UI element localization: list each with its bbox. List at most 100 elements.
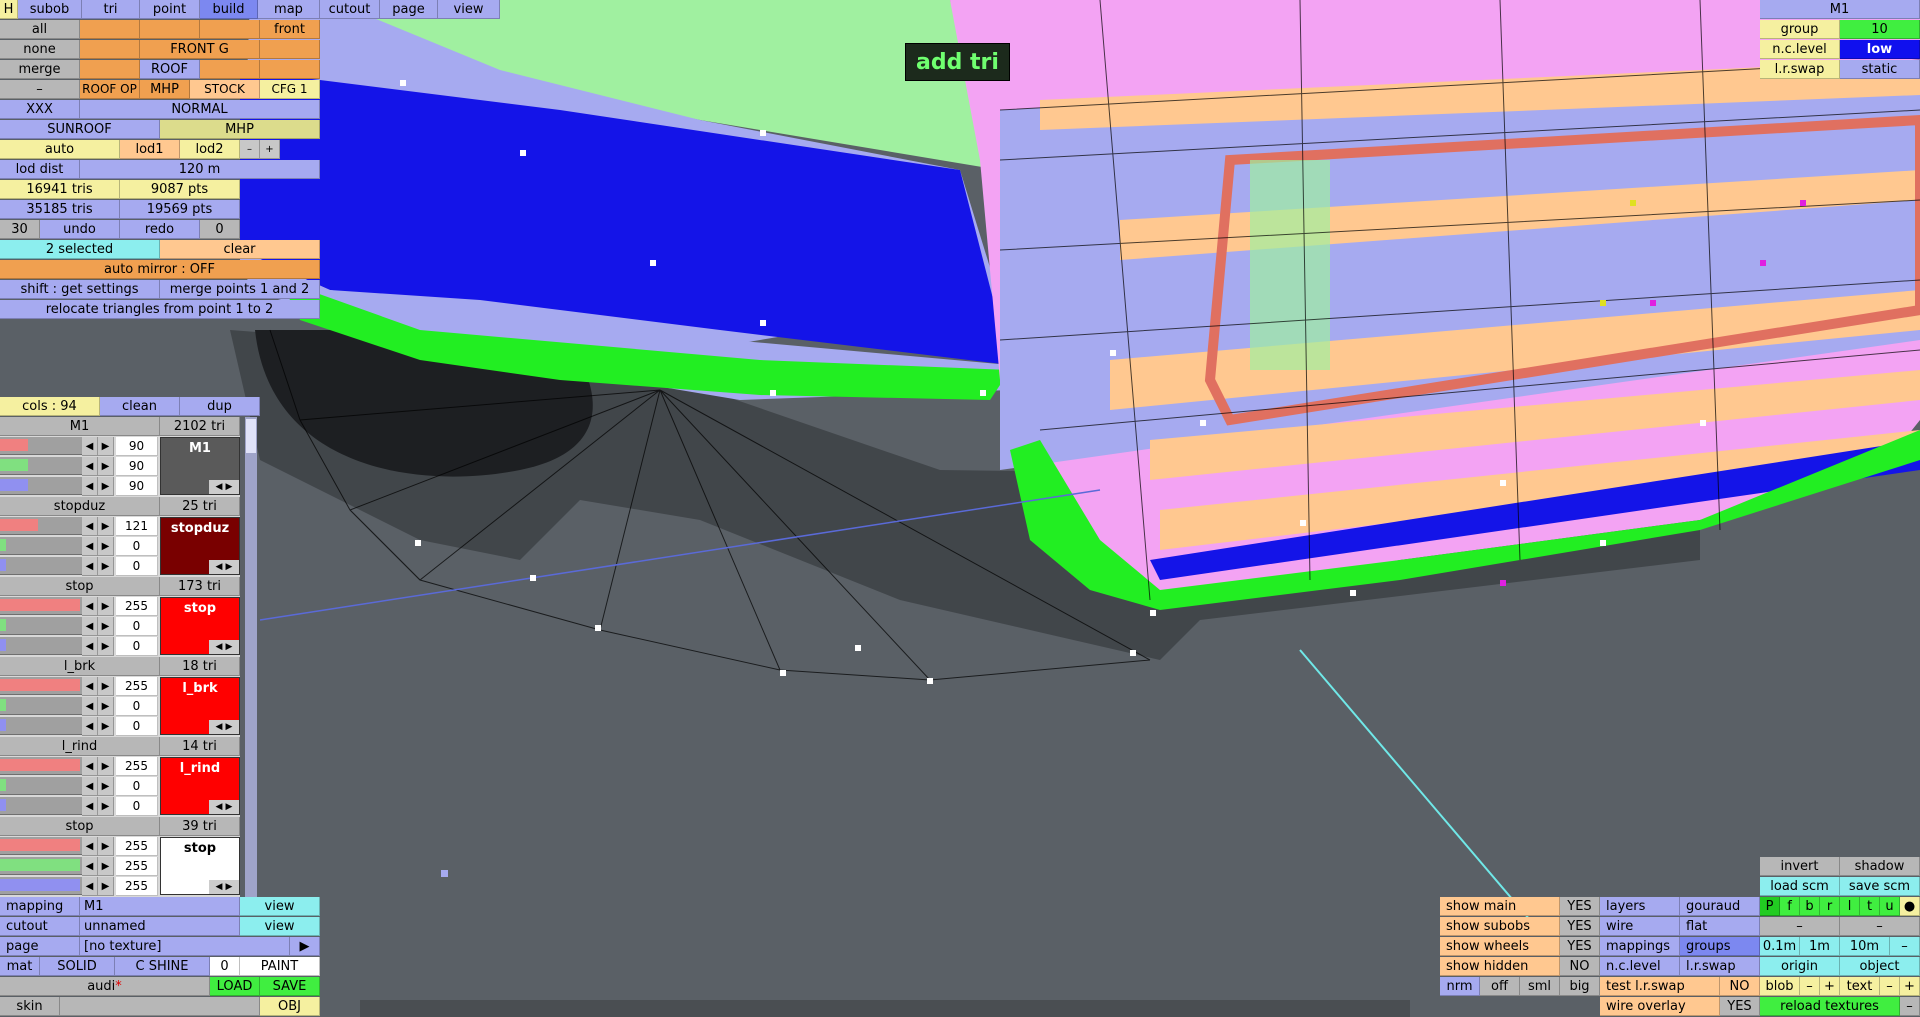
color-r-value[interactable]: 255 xyxy=(116,597,158,616)
redo-button[interactable]: redo xyxy=(120,220,200,239)
cutout-value[interactable]: unnamed xyxy=(80,917,240,936)
color-g-value[interactable]: 255 xyxy=(116,857,158,876)
page-value[interactable]: [no texture] xyxy=(80,937,290,956)
color-g-decrement-icon[interactable]: ◀ xyxy=(82,537,98,556)
tab-point[interactable]: point xyxy=(140,0,200,19)
shine-value[interactable]: 0 xyxy=(210,957,240,976)
color-b-slider[interactable] xyxy=(0,637,82,655)
text-plus-button[interactable]: + xyxy=(1900,977,1920,996)
tab-view[interactable]: view xyxy=(438,0,500,19)
color-b-value[interactable]: 0 xyxy=(116,557,158,576)
layer-roof-op[interactable]: ROOF OP xyxy=(80,80,140,99)
swatch-arrows-icon[interactable]: ◀ ▶ xyxy=(209,880,239,894)
view-r-button[interactable]: r xyxy=(1820,897,1840,916)
color-g-increment-icon[interactable]: ▶ xyxy=(98,777,114,796)
color-r-value[interactable]: 255 xyxy=(116,837,158,856)
show-hidden-toggle[interactable]: NO xyxy=(1560,957,1600,976)
color-b-increment-icon[interactable]: ▶ xyxy=(98,877,114,896)
skin-value[interactable] xyxy=(60,997,260,1016)
material-color-swatch[interactable]: stop ◀ ▶ xyxy=(160,597,240,655)
relocate-triangles-button[interactable]: relocate triangles from point 1 to 2 xyxy=(0,300,320,319)
color-b-value[interactable]: 0 xyxy=(116,637,158,656)
xxx-button[interactable]: XXX xyxy=(0,100,80,119)
layer-mhp[interactable]: MHP xyxy=(140,80,190,99)
color-g-increment-icon[interactable]: ▶ xyxy=(98,857,114,876)
color-b-slider[interactable] xyxy=(0,477,82,495)
save-button[interactable]: SAVE xyxy=(260,977,320,996)
scale-10m-button[interactable]: 10m xyxy=(1840,937,1890,956)
color-g-increment-icon[interactable]: ▶ xyxy=(98,537,114,556)
test-lr-swap-toggle[interactable]: NO xyxy=(1720,977,1760,996)
solid-button[interactable]: SOLID xyxy=(40,957,115,976)
layer-roof[interactable]: ROOF xyxy=(140,60,200,79)
color-r-slider[interactable] xyxy=(0,677,82,695)
flat-button[interactable]: flat xyxy=(1680,917,1760,936)
layer-slot[interactable] xyxy=(140,20,200,39)
tab-build[interactable]: build xyxy=(200,0,258,19)
load-button[interactable]: LOAD xyxy=(210,977,260,996)
material-color-swatch[interactable]: l_brk ◀ ▶ xyxy=(160,677,240,735)
color-b-decrement-icon[interactable]: ◀ xyxy=(82,717,98,736)
clear-selection-button[interactable]: clear xyxy=(160,240,320,259)
material-list-scrollbar[interactable] xyxy=(245,417,257,897)
normal-button[interactable]: NORMAL xyxy=(80,100,320,119)
color-r-slider[interactable] xyxy=(0,437,82,455)
lod-plus-button[interactable]: + xyxy=(260,140,280,159)
color-b-slider[interactable] xyxy=(0,557,82,575)
select-all-button[interactable]: all xyxy=(0,20,80,39)
color-r-value[interactable]: 255 xyxy=(116,757,158,776)
text-minus-button[interactable]: – xyxy=(1880,977,1900,996)
c-shine-button[interactable]: C SHINE xyxy=(115,957,210,976)
color-g-slider[interactable] xyxy=(0,617,82,635)
color-b-value[interactable]: 255 xyxy=(116,877,158,896)
color-b-decrement-icon[interactable]: ◀ xyxy=(82,637,98,656)
color-r-decrement-icon[interactable]: ◀ xyxy=(82,597,98,616)
color-g-decrement-icon[interactable]: ◀ xyxy=(82,777,98,796)
color-b-increment-icon[interactable]: ▶ xyxy=(98,797,114,816)
color-b-decrement-icon[interactable]: ◀ xyxy=(82,877,98,896)
material-color-swatch[interactable]: M1 ◀ ▶ xyxy=(160,437,240,495)
lr-swap-value[interactable]: static xyxy=(1840,60,1920,79)
layer-slot[interactable] xyxy=(260,40,320,59)
color-g-slider[interactable] xyxy=(0,777,82,795)
nc-level-value[interactable]: low xyxy=(1840,40,1920,59)
layers-button[interactable]: layers xyxy=(1600,897,1680,916)
lod2-button[interactable]: lod2 xyxy=(180,140,240,159)
show-subobs-toggle[interactable]: YES xyxy=(1560,917,1600,936)
scale-dash-button[interactable]: – xyxy=(1890,937,1920,956)
tab-map[interactable]: map xyxy=(258,0,320,19)
cutout-view-button[interactable]: view xyxy=(240,917,320,936)
color-g-decrement-icon[interactable]: ◀ xyxy=(82,857,98,876)
color-r-decrement-icon[interactable]: ◀ xyxy=(82,837,98,856)
shadow-button[interactable]: shadow xyxy=(1840,857,1920,876)
color-g-increment-icon[interactable]: ▶ xyxy=(98,617,114,636)
view-p-button[interactable]: P xyxy=(1760,897,1780,916)
page-next-icon[interactable]: ▶ xyxy=(290,937,320,956)
color-r-decrement-icon[interactable]: ◀ xyxy=(82,677,98,696)
material-list-scroll-thumb[interactable] xyxy=(246,419,256,453)
layer-front[interactable]: front xyxy=(260,20,320,39)
groups-button[interactable]: groups xyxy=(1680,937,1760,956)
lod-auto-button[interactable]: auto xyxy=(0,140,120,159)
layer-cfg1[interactable]: CFG 1 xyxy=(260,80,320,99)
layer-stock[interactable]: STOCK xyxy=(190,80,260,99)
material-item[interactable]: stop 39 tri ◀ ▶ 255 ◀ ▶ 255 ◀ ▶ 255 stop ◀ ▶ xyxy=(0,817,240,897)
color-b-value[interactable]: 90 xyxy=(116,477,158,496)
view-f-button[interactable]: f xyxy=(1780,897,1800,916)
paint-button[interactable]: PAINT xyxy=(240,957,320,976)
color-b-slider[interactable] xyxy=(0,797,82,815)
clean-button[interactable]: clean xyxy=(100,397,180,416)
color-r-increment-icon[interactable]: ▶ xyxy=(98,677,114,696)
sunroof-button[interactable]: SUNROOF xyxy=(0,120,160,139)
color-b-slider[interactable] xyxy=(0,717,82,735)
wire-overlay-toggle[interactable]: YES xyxy=(1720,997,1760,1016)
reload-dash-button[interactable]: – xyxy=(1900,997,1920,1016)
layer-slot[interactable] xyxy=(80,20,140,39)
mappings-button[interactable]: mappings xyxy=(1600,937,1680,956)
file-name[interactable]: audi* xyxy=(0,977,210,996)
color-r-slider[interactable] xyxy=(0,757,82,775)
color-b-increment-icon[interactable]: ▶ xyxy=(98,637,114,656)
color-b-increment-icon[interactable]: ▶ xyxy=(98,557,114,576)
blob-minus-button[interactable]: – xyxy=(1800,977,1820,996)
color-g-value[interactable]: 0 xyxy=(116,777,158,796)
